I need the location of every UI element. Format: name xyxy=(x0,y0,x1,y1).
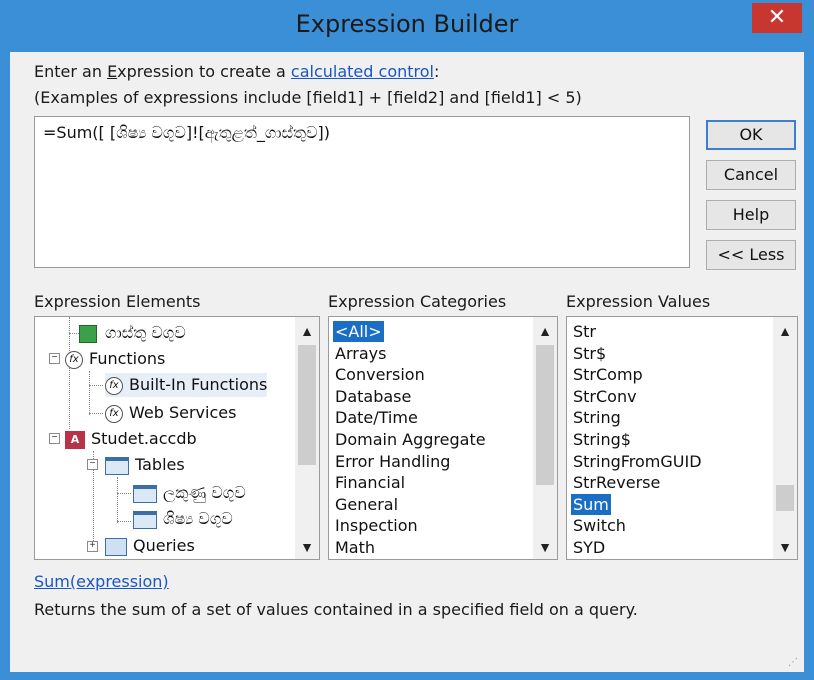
calculated-control-link[interactable]: calculated control xyxy=(291,62,434,81)
ok-button[interactable]: OK xyxy=(706,120,796,150)
tree-node-label: ලකුණු වගුව xyxy=(163,483,246,502)
help-button[interactable]: Help xyxy=(706,200,796,230)
value-item[interactable]: StringFromGUID xyxy=(571,451,704,472)
tree-node-table-marks[interactable]: ලකුණු වගුව xyxy=(133,481,246,505)
access-db-icon: A xyxy=(65,430,85,449)
collapse-icon[interactable]: − xyxy=(49,433,60,444)
scroll-thumb[interactable] xyxy=(776,485,794,511)
elements-scrollbar[interactable]: ▲ ▼ xyxy=(295,317,319,559)
category-item[interactable]: Financial xyxy=(333,472,407,493)
tables-icon xyxy=(105,456,129,475)
tree-node-functions[interactable]: fx Functions xyxy=(65,347,165,371)
tree-line xyxy=(117,521,131,522)
expression-builder-window: Expression Builder ✕ Enter an Expression… xyxy=(0,0,814,680)
instruction-mid: xpression to create a xyxy=(117,62,291,81)
instruction-prefix: Enter an xyxy=(34,62,108,81)
value-item[interactable]: String$ xyxy=(571,429,633,450)
collapse-icon[interactable]: − xyxy=(49,353,60,364)
tree-node-database[interactable]: A Studet.accdb xyxy=(65,427,197,451)
values-scrollbar[interactable]: ▲ ▼ xyxy=(773,317,797,559)
category-item[interactable]: General xyxy=(333,494,400,515)
form-icon xyxy=(79,324,97,343)
instruction-accelerator: E xyxy=(107,62,118,81)
close-button[interactable]: ✕ xyxy=(752,3,802,33)
expression-values-list[interactable]: Str Str$ StrComp StrConv String String$ String… xyxy=(566,316,798,560)
tree-node-label: Studet.accdb xyxy=(91,429,197,448)
tree-node-fee-table[interactable]: ගාස්තු වගුව xyxy=(79,321,186,345)
value-item[interactable]: Str xyxy=(571,321,598,342)
category-item[interactable]: Conversion xyxy=(333,364,427,385)
tree-line xyxy=(117,477,118,523)
category-item[interactable]: Error Handling xyxy=(333,451,452,472)
scroll-thumb[interactable] xyxy=(298,345,316,465)
less-button[interactable]: << Less xyxy=(706,240,796,270)
tree-node-table-students[interactable]: ශිෂ්‍ය වගුව xyxy=(133,507,233,531)
expand-icon[interactable]: + xyxy=(87,541,98,552)
instruction-colon: : xyxy=(433,62,440,81)
value-item[interactable]: StrConv xyxy=(571,386,639,407)
tree-line xyxy=(89,413,103,414)
expression-elements-tree[interactable]: ගාස්තු වගුව − fx Functions fx Built-In Fun… xyxy=(34,316,320,560)
tree-node-label: Functions xyxy=(89,349,166,368)
scroll-up-icon[interactable]: ▲ xyxy=(773,321,797,341)
tree-node-queries[interactable]: Queries xyxy=(105,534,195,558)
function-icon: fx xyxy=(105,376,123,395)
value-item[interactable]: Str$ xyxy=(571,343,608,364)
scroll-thumb[interactable] xyxy=(536,345,554,485)
scroll-down-icon[interactable]: ▼ xyxy=(773,537,797,557)
value-item[interactable]: String xyxy=(571,407,623,428)
title-bar[interactable]: Expression Builder ✕ xyxy=(0,0,814,52)
value-item[interactable]: Switch xyxy=(571,515,628,536)
dialog-body: Enter an Expression to create a calculat… xyxy=(10,52,804,672)
instruction-line-2: (Examples of expressions include [field1… xyxy=(34,88,582,107)
resize-grip-icon[interactable]: ⋰ xyxy=(788,657,798,668)
scroll-up-icon[interactable]: ▲ xyxy=(295,321,319,341)
category-item[interactable]: Database xyxy=(333,386,413,407)
tree-node-label: Tables xyxy=(135,455,185,474)
value-item[interactable]: SYD xyxy=(571,537,607,558)
tree-node-label: Built-In Functions xyxy=(129,375,268,394)
expression-categories-list[interactable]: <All> Arrays Conversion Database Date/Time Do… xyxy=(328,316,558,560)
table-icon xyxy=(133,484,157,503)
tree-node-label: ගාස්තු වගුව xyxy=(105,323,186,342)
category-item[interactable]: <All> xyxy=(333,321,384,342)
scroll-up-icon[interactable]: ▲ xyxy=(533,321,557,341)
tree-line xyxy=(89,385,103,386)
tree-node-tables[interactable]: Tables xyxy=(105,453,185,477)
scroll-down-icon[interactable]: ▼ xyxy=(533,537,557,557)
expression-categories-label: Expression Categories xyxy=(328,292,507,311)
category-item[interactable]: Arrays xyxy=(333,343,388,364)
scroll-down-icon[interactable]: ▼ xyxy=(295,537,319,557)
category-item[interactable]: Math xyxy=(333,537,377,558)
tree-node-label: ශිෂ්‍ය වගුව xyxy=(163,509,233,528)
function-icon: fx xyxy=(65,350,83,369)
tree-line xyxy=(89,371,90,415)
queries-icon xyxy=(105,537,127,556)
category-item[interactable]: Domain Aggregate xyxy=(333,429,488,450)
tree-node-builtin-functions[interactable]: fx Built-In Functions xyxy=(105,373,268,397)
collapse-icon[interactable]: − xyxy=(87,459,98,470)
function-description: Returns the sum of a set of values conta… xyxy=(34,600,638,619)
value-item[interactable]: Sum xyxy=(571,493,611,515)
cancel-button[interactable]: Cancel xyxy=(706,160,796,190)
tree-node-label: Web Services xyxy=(129,403,237,422)
categories-scrollbar[interactable]: ▲ ▼ xyxy=(533,317,557,559)
value-item[interactable]: StrReverse xyxy=(571,472,662,493)
value-item[interactable]: StrComp xyxy=(571,364,645,385)
tree-node-label: Queries xyxy=(133,536,195,555)
function-signature-link[interactable]: Sum(expression) xyxy=(34,572,169,591)
category-item[interactable]: Inspection xyxy=(333,515,420,536)
expression-input[interactable]: =Sum([ [ශිෂ්‍ය වගුව]![ඇතුළත්_ගාස්තුව]) xyxy=(34,116,690,268)
category-item[interactable]: Date/Time xyxy=(333,407,420,428)
function-icon: fx xyxy=(105,404,123,423)
expression-values-label: Expression Values xyxy=(566,292,711,311)
tree-line xyxy=(69,333,79,334)
tree-line xyxy=(117,493,131,494)
tree-node-web-services[interactable]: fx Web Services xyxy=(105,401,236,425)
instruction-line-1: Enter an Expression to create a calculat… xyxy=(34,62,439,81)
window-title: Expression Builder xyxy=(295,10,519,38)
table-icon xyxy=(133,510,157,529)
expression-elements-label: Expression Elements xyxy=(34,292,201,311)
